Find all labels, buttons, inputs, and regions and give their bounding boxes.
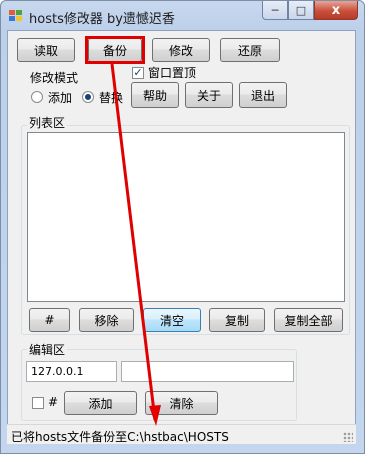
hash-checkbox[interactable] (32, 397, 44, 409)
replace-mode-label[interactable]: 替换 (99, 89, 123, 106)
clear-edit-button[interactable]: 清除 (145, 391, 218, 415)
restore-button[interactable]: 还原 (220, 38, 280, 62)
topmost-label[interactable]: 窗口置顶 (148, 64, 196, 81)
list-area-label: 列表区 (27, 114, 68, 131)
copy-button[interactable]: 复制 (209, 308, 265, 332)
status-text: 已将hosts文件备份至C:\hstbac\HOSTS (11, 430, 229, 444)
add-mode-label[interactable]: 添加 (48, 89, 72, 106)
replace-mode-radio[interactable] (82, 91, 94, 103)
modify-button[interactable]: 修改 (152, 38, 210, 62)
status-bar: 已将hosts文件备份至C:\hstbac\HOSTS (7, 424, 356, 444)
hostname-input[interactable] (121, 361, 294, 382)
hosts-listbox[interactable] (27, 132, 345, 302)
maximize-button[interactable]: □ (288, 1, 314, 20)
ip-input[interactable]: 127.0.0.1 (26, 361, 117, 382)
backup-highlight-box (85, 36, 145, 64)
close-button[interactable]: x (314, 1, 358, 20)
minimize-button[interactable]: ─ (262, 1, 288, 20)
exit-button[interactable]: 退出 (239, 82, 287, 108)
about-button[interactable]: 关于 (185, 82, 233, 108)
app-icon (9, 10, 23, 22)
copy-all-button[interactable]: 复制全部 (274, 308, 343, 332)
resize-grip[interactable] (343, 432, 353, 442)
remove-button[interactable]: 移除 (79, 308, 134, 332)
topmost-checkbox[interactable]: ✓ (132, 67, 144, 79)
add-entry-button[interactable]: 添加 (64, 391, 137, 415)
edit-area-label: 编辑区 (27, 341, 68, 358)
list-hash-button[interactable]: # (29, 308, 70, 332)
help-button[interactable]: 帮助 (131, 82, 179, 108)
add-mode-radio[interactable] (31, 91, 43, 103)
clear-list-button[interactable]: 清空 (143, 308, 201, 332)
read-button[interactable]: 读取 (17, 38, 75, 62)
title-bar[interactable]: hosts修改器 by遗憾迟香 ─ □ x (1, 1, 364, 31)
window-title: hosts修改器 by遗憾迟香 (29, 12, 175, 27)
hash-checkbox-label[interactable]: # (48, 395, 58, 409)
mode-label: 修改模式 (30, 71, 79, 85)
